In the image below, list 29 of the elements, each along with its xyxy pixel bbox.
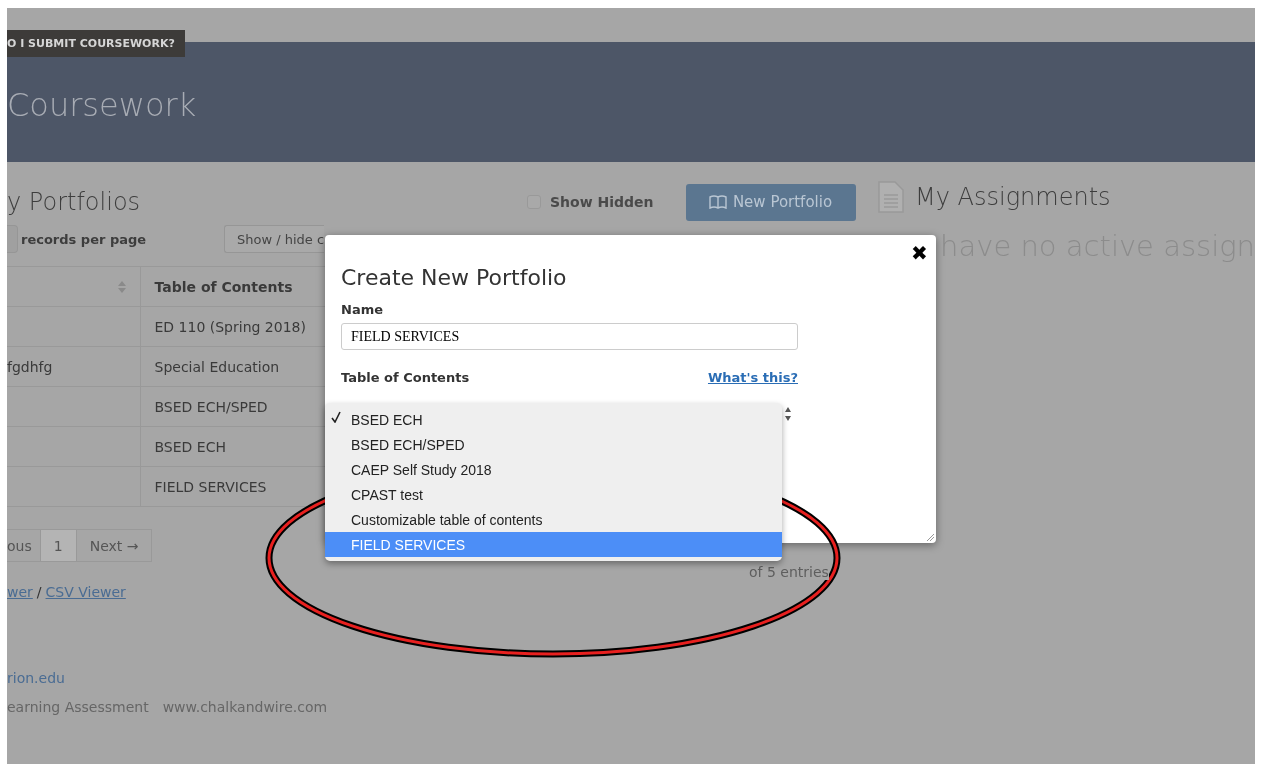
name-label: Name bbox=[341, 302, 384, 317]
section-title: y Portfolios bbox=[7, 188, 142, 216]
page-title: Coursework bbox=[7, 85, 197, 124]
toc-label: Table of Contents bbox=[341, 370, 470, 385]
records-select[interactable] bbox=[7, 225, 18, 253]
close-button[interactable]: ✖ bbox=[911, 241, 928, 265]
checkbox-label: Show Hidden bbox=[550, 194, 654, 210]
help-tab[interactable]: O I SUBMIT COURSEWORK? bbox=[7, 30, 185, 57]
sort-icon[interactable] bbox=[117, 280, 126, 293]
show-hide-columns-button[interactable]: Show / hide c bbox=[224, 225, 324, 253]
records-label: records per page bbox=[21, 231, 148, 247]
page-number-button[interactable]: 1 bbox=[40, 529, 77, 562]
dropdown-option[interactable]: FIELD SERVICES bbox=[325, 532, 782, 557]
assignments-title: My Assignments bbox=[915, 183, 1111, 211]
book-icon bbox=[708, 195, 727, 209]
footer-text: earning Assessment bbox=[7, 699, 149, 715]
table-cell: fgdhfg bbox=[7, 358, 53, 375]
name-input[interactable]: FIELD SERVICES bbox=[341, 323, 798, 350]
next-page-button[interactable]: Next → bbox=[76, 529, 153, 562]
whats-this-link[interactable]: What's this? bbox=[707, 370, 798, 385]
dialog-title: Create New Portfolio bbox=[341, 265, 568, 290]
previous-page-button[interactable]: ous bbox=[7, 529, 41, 562]
resize-handle-icon[interactable] bbox=[926, 533, 934, 541]
table-info: of 5 entries bbox=[749, 564, 829, 580]
link-separator: / bbox=[36, 584, 42, 600]
website-text: www.chalkandwire.com bbox=[162, 699, 328, 715]
new-portfolio-button[interactable]: New Portfolio bbox=[685, 183, 856, 221]
select-arrows-icon[interactable] bbox=[784, 406, 792, 422]
dropdown-option[interactable]: Customizable table of contents bbox=[325, 507, 782, 532]
